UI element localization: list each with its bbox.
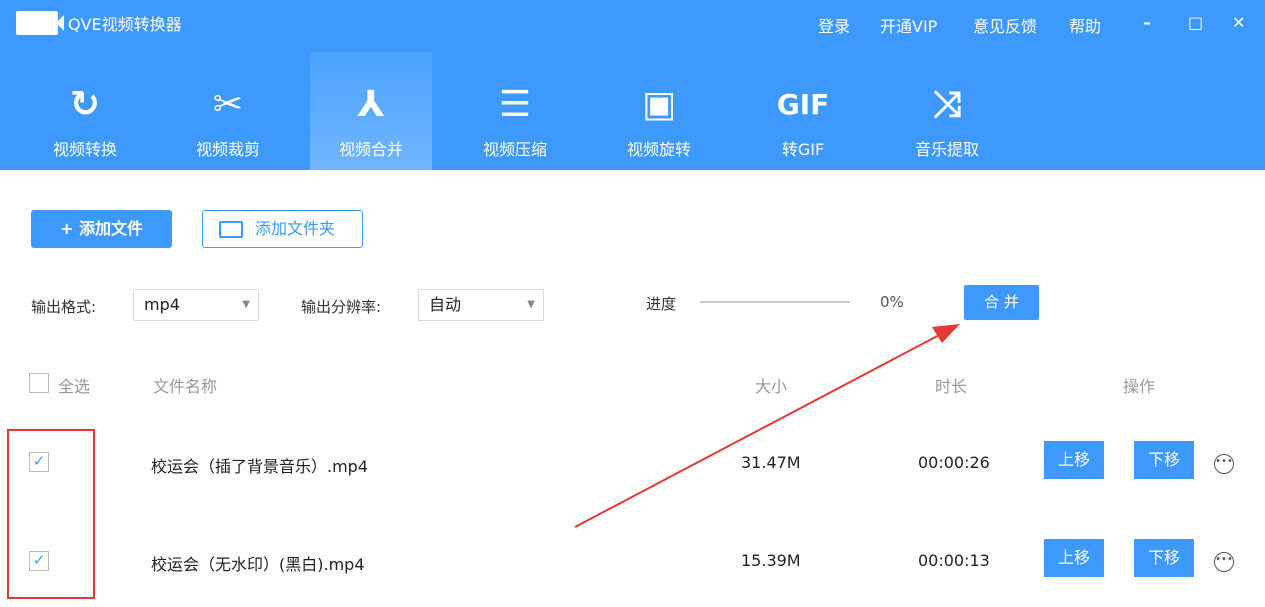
annotation-arrow-icon — [574, 324, 960, 528]
